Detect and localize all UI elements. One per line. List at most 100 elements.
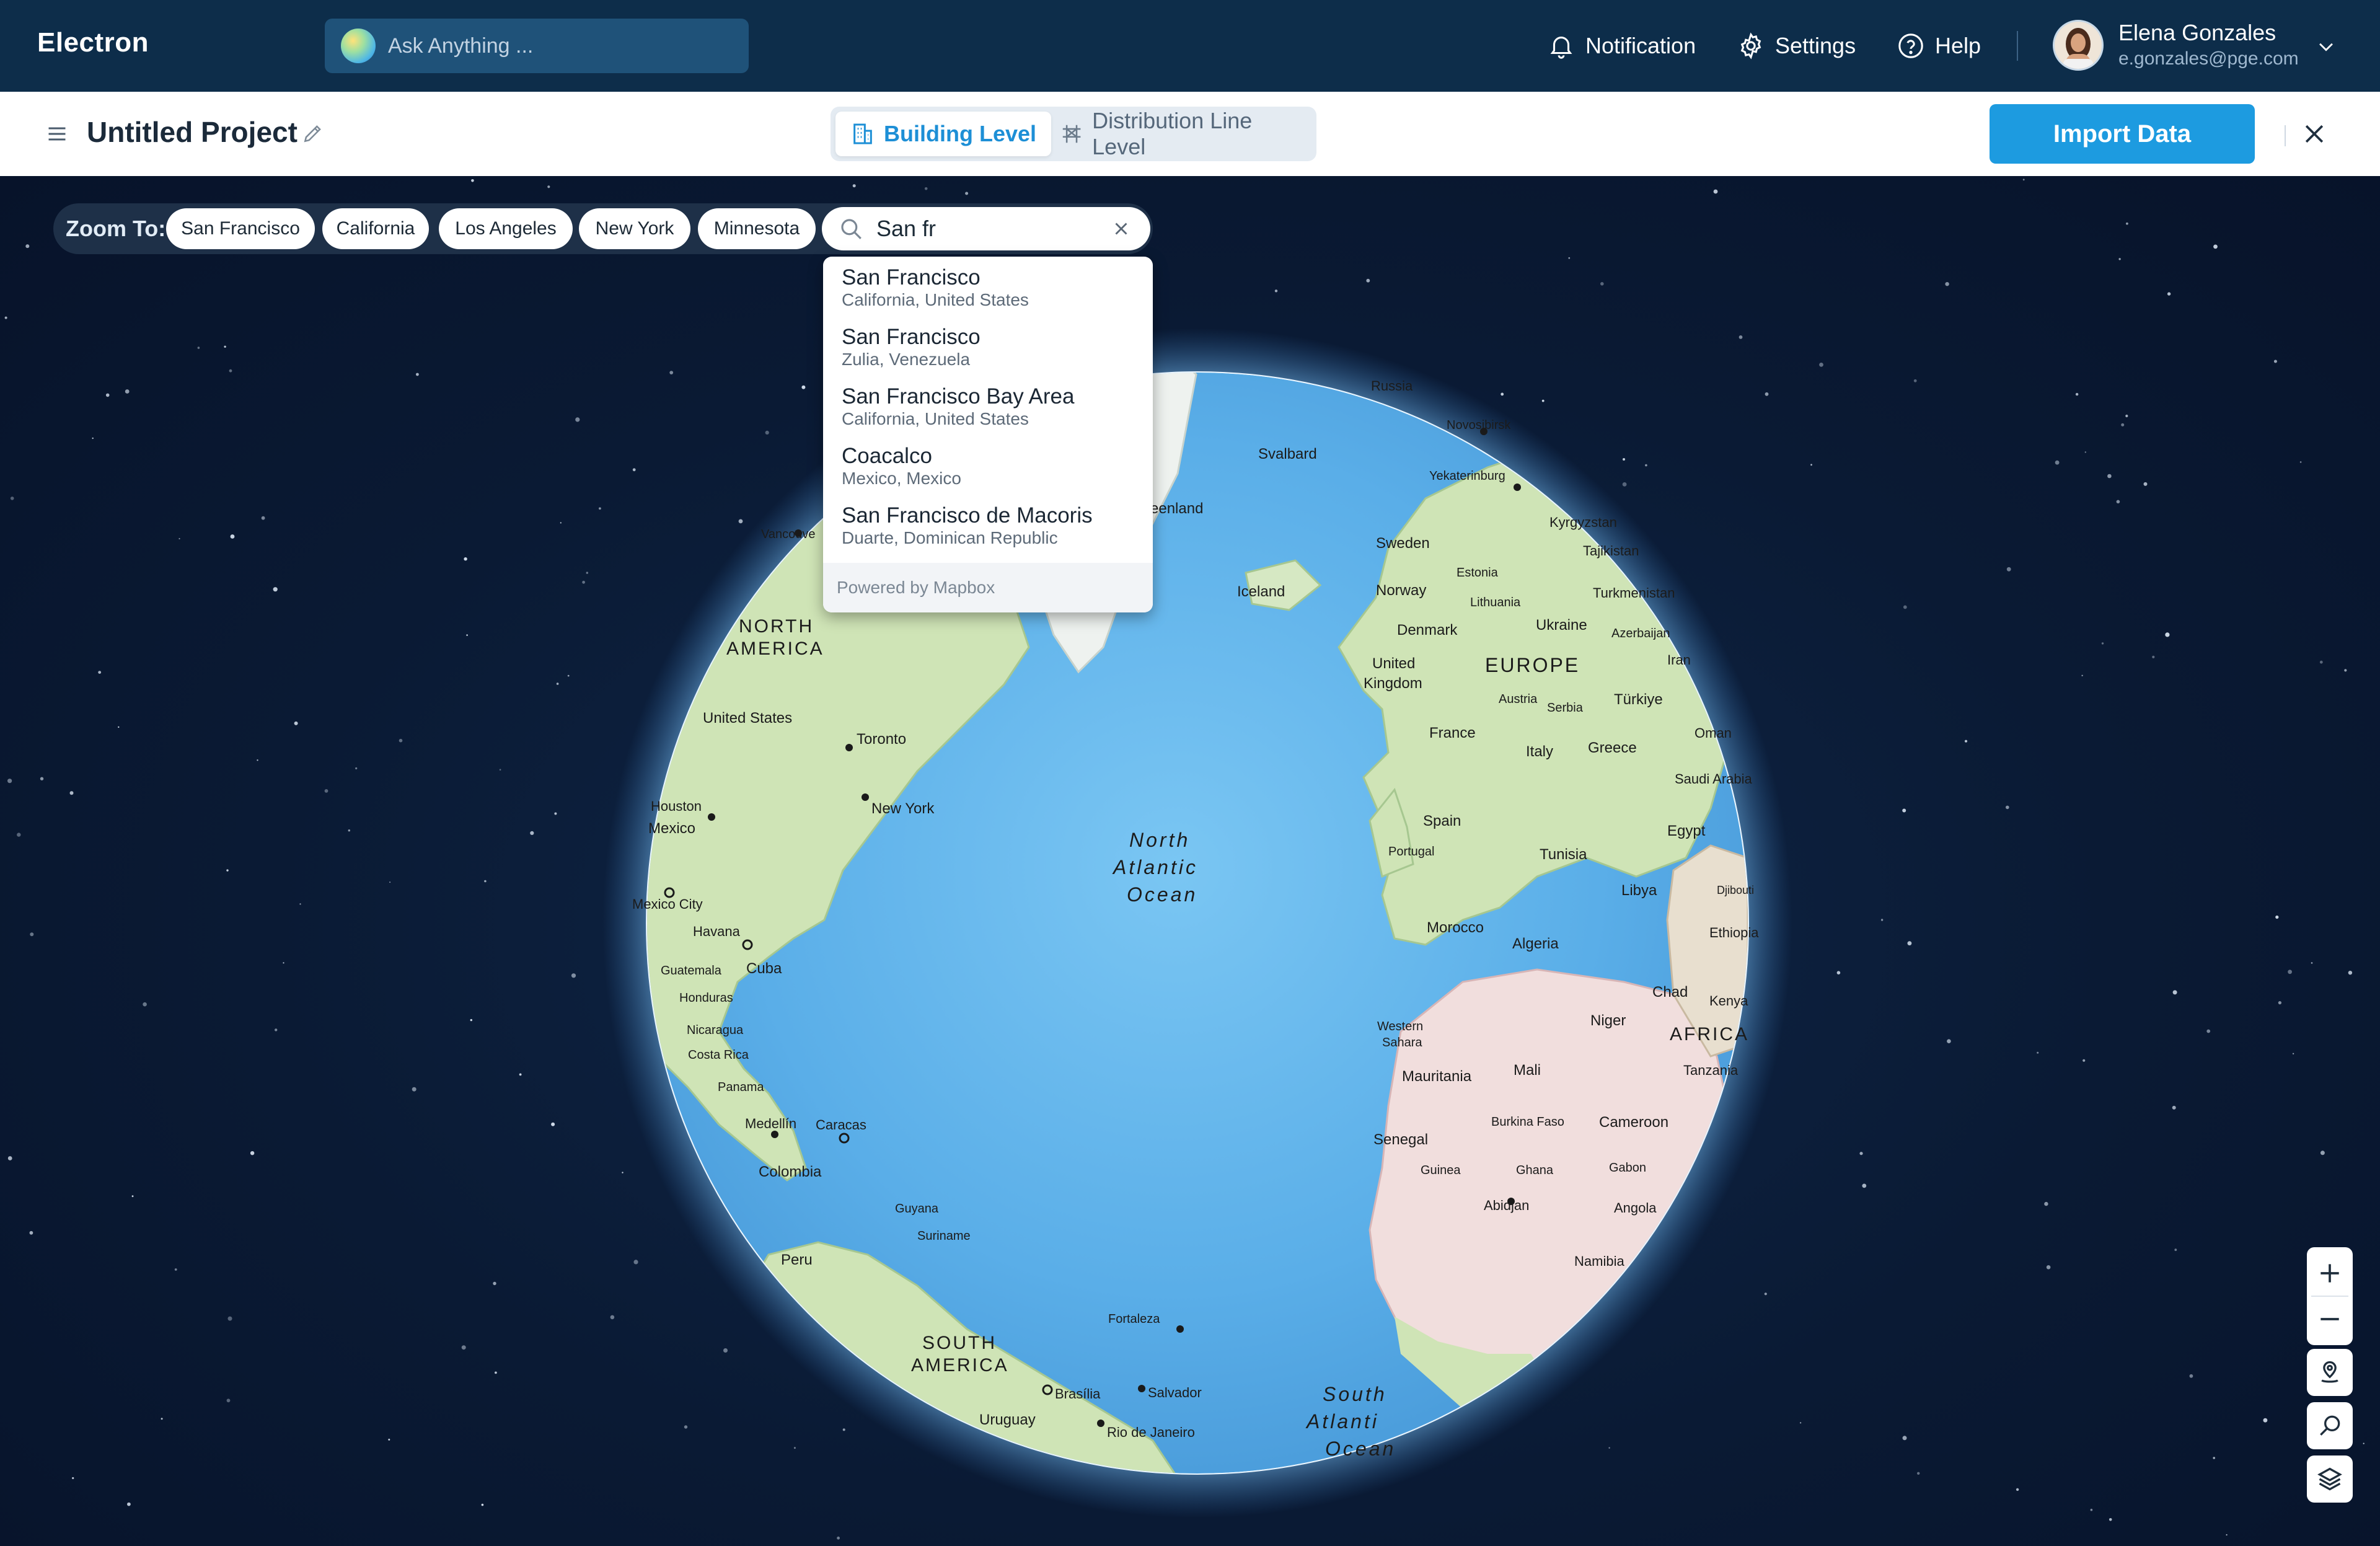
map-label: Italy [1526, 743, 1553, 760]
plus-icon[interactable] [2316, 1260, 2343, 1287]
distribution-level-label: Distribution Line Level [1092, 108, 1253, 159]
map-canvas[interactable]: Russia Novosibirsk Svalbard Yekaterinbur… [0, 176, 2380, 1546]
map-label: Tajikistan [1583, 543, 1639, 559]
map-label: Denmark [1397, 622, 1458, 638]
settings-button[interactable]: Settings [1737, 25, 1856, 67]
map-label: AMERICA [911, 1355, 1009, 1376]
tab-building-level[interactable]: Building Level [835, 112, 1052, 156]
map-label: EUROPE [1485, 654, 1580, 676]
map-label: Ethiopia [1709, 925, 1759, 940]
pencil-icon[interactable] [301, 121, 325, 145]
zoom-chip-minnesota[interactable]: Minnesota [698, 208, 816, 249]
map-label: Oman [1695, 725, 1732, 741]
map-label: Caracas [816, 1117, 866, 1133]
locate-button[interactable] [2307, 1349, 2353, 1396]
map-label: Türkiye [1614, 691, 1663, 708]
minus-icon[interactable] [2316, 1305, 2343, 1333]
zoom-controls [2307, 1247, 2353, 1345]
map-label: Abidjan [1484, 1198, 1529, 1213]
map-label: South [1323, 1383, 1387, 1405]
project-toolbar: Untitled Project Building Level Distribu… [0, 92, 2380, 177]
notification-button[interactable]: Notification [1547, 25, 1696, 67]
map-label: Costa Rica [688, 1048, 749, 1062]
map-label: Medellín [745, 1116, 796, 1131]
map-label: Uruguay [979, 1411, 1036, 1428]
ask-anything-input[interactable]: Ask Anything ... [325, 19, 749, 73]
chevron-down-icon[interactable] [2316, 36, 2337, 57]
map-label: Novosibirsk [1447, 418, 1511, 432]
map-label: Fortaleza [1108, 1312, 1160, 1326]
building-icon [853, 123, 872, 144]
city-dot [862, 793, 869, 801]
map-label: Djibouti [1717, 884, 1754, 896]
result-title: San Francisco Bay Area [842, 384, 1075, 409]
map-label: United States [703, 710, 792, 727]
magnify-icon [2320, 1415, 2340, 1436]
geocode-button[interactable] [2307, 1402, 2353, 1449]
city-dot [708, 813, 715, 821]
map-label: NORTH [739, 616, 814, 637]
map-label: Gabon [1609, 1161, 1646, 1175]
map-label: Egypt [1667, 823, 1706, 839]
map-label: Vancouve [761, 528, 815, 541]
map-label: Colombia [759, 1164, 822, 1180]
map-label: Mauritania [1402, 1068, 1472, 1085]
map-label: Rio de Janeiro [1107, 1425, 1195, 1440]
map-label: SOUTH [922, 1333, 997, 1353]
city-dot [845, 744, 853, 751]
user-name: Elena Gonzales [2118, 20, 2276, 45]
map-label: Greece [1588, 740, 1637, 756]
settings-label: Settings [1775, 33, 1856, 58]
layers-button[interactable] [2307, 1455, 2353, 1503]
map-label: Ghana [1516, 1164, 1554, 1177]
top-bar: Electron Ask Anything ... Notification S… [0, 0, 2380, 92]
search-result[interactable]: Coacalco Mexico, Mexico [842, 444, 961, 488]
import-data-button[interactable]: Import Data [1990, 104, 2255, 164]
close-icon[interactable] [2301, 120, 2328, 148]
search-result[interactable]: San Francisco de Macoris Duarte, Dominic… [842, 503, 1093, 548]
nav-divider [2017, 31, 2018, 61]
map-label: Salvador [1148, 1385, 1202, 1400]
zoom-chip-new-york[interactable]: New York [579, 208, 690, 249]
search-value: San fr [876, 216, 937, 241]
map-label: Tunisia [1540, 846, 1587, 863]
map-label: Houston [651, 798, 702, 814]
map-label: Norway [1376, 582, 1426, 599]
map-label: Mali [1514, 1062, 1541, 1079]
map-label: Estonia [1457, 566, 1499, 580]
level-toggle: Building Level Distribution Line Level [831, 107, 1316, 161]
zoom-chip-california[interactable]: California [322, 208, 429, 249]
clear-icon[interactable] [1111, 218, 1132, 239]
zoom-chip-san-francisco[interactable]: San Francisco [166, 208, 315, 249]
map-label: Cuba [746, 960, 782, 977]
result-subtitle: California, United States [842, 290, 1029, 309]
location-search-input[interactable]: San fr [822, 207, 1150, 250]
city-dot [795, 529, 802, 537]
avatar[interactable] [2053, 20, 2104, 71]
map-label: Iran [1667, 652, 1691, 668]
help-label: Help [1935, 33, 1981, 58]
map-label: Toronto [857, 731, 906, 748]
zoom-chip-los-angeles[interactable]: Los Angeles [439, 208, 573, 249]
map-label: Mexico City [632, 896, 703, 912]
map-label: Sahara [1382, 1036, 1422, 1049]
map-label: Saudi Arabia [1675, 771, 1753, 787]
search-result[interactable]: San Francisco California, United States [842, 265, 1029, 310]
map-label: Sweden [1376, 535, 1430, 552]
map-label: Kenya [1709, 993, 1748, 1009]
help-button[interactable]: Help [1897, 25, 1981, 67]
layers-icon [2317, 1467, 2342, 1491]
bell-icon [1550, 37, 1572, 59]
map-label: France [1429, 725, 1476, 741]
search-result[interactable]: San Francisco Zulia, Venezuela [842, 325, 981, 369]
hamburger-icon[interactable] [46, 123, 68, 145]
globe[interactable]: Russia Novosibirsk Svalbard Yekaterinbur… [0, 176, 2380, 1546]
tab-distribution-line-level[interactable]: Distribution Line Level [1045, 108, 1316, 159]
notification-label: Notification [1585, 33, 1696, 58]
app-name: Electron [37, 27, 149, 58]
city-dot [1097, 1420, 1104, 1427]
search-result[interactable]: San Francisco Bay Area California, Unite… [842, 384, 1074, 429]
map-label: Peru [781, 1252, 813, 1268]
map-label: Austria [1499, 692, 1538, 706]
search-icon [841, 219, 862, 239]
